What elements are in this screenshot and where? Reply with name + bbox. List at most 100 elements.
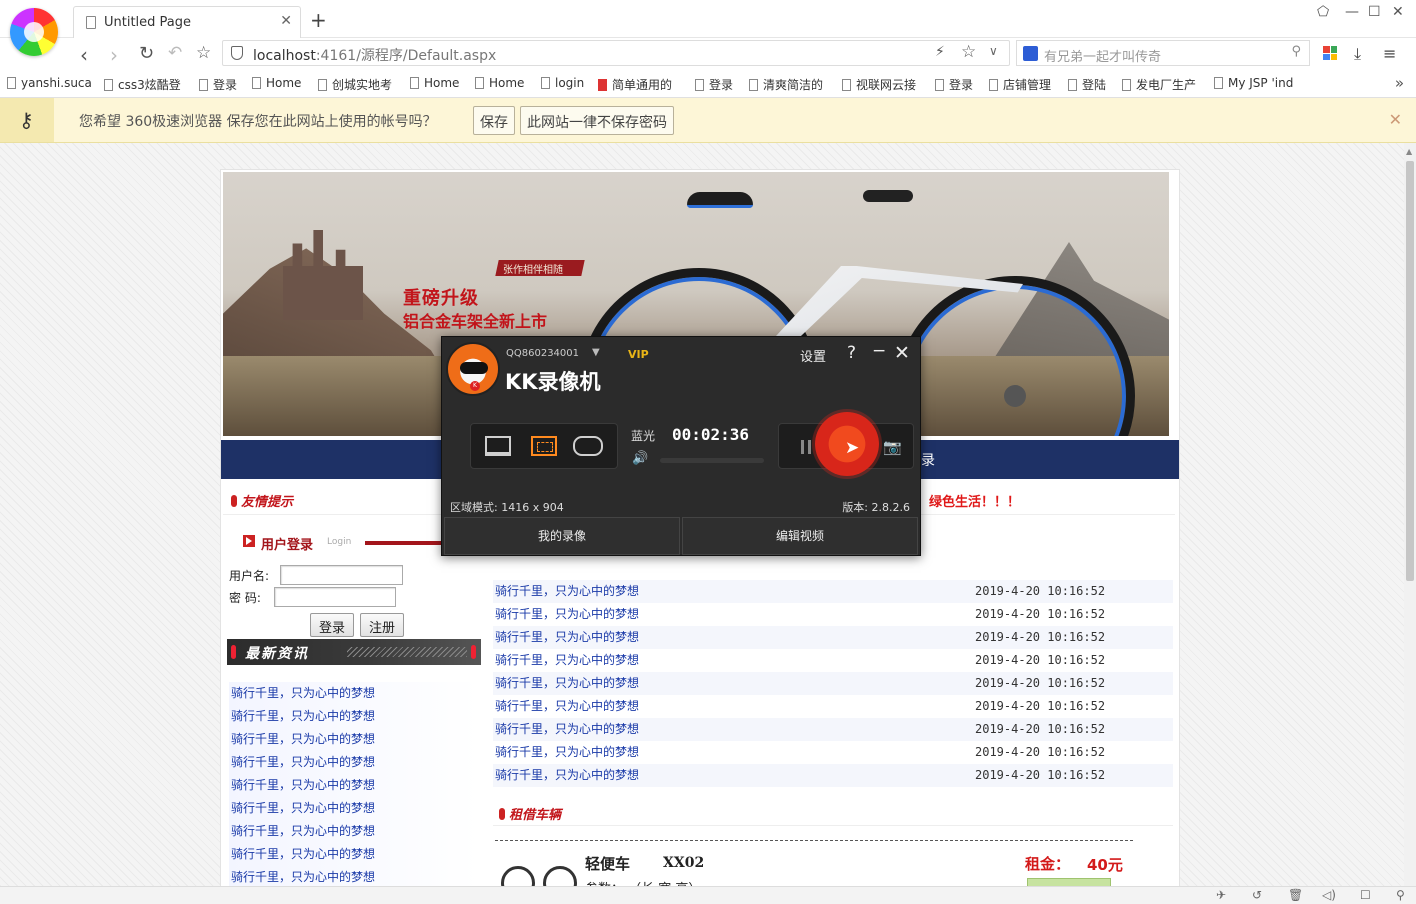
forward-icon[interactable]: › [110,43,118,67]
skin-icon[interactable]: ⬠ [1317,4,1329,20]
login-button[interactable]: 登录 [310,613,355,637]
close-icon[interactable]: ✕ [894,342,910,364]
list-item[interactable]: 骑行千里，只为心中的梦想 [229,866,479,886]
edit-video-button[interactable]: 编辑视频 [682,517,918,555]
news-title[interactable]: 骑行千里，只为心中的梦想 [495,649,639,672]
rent-button[interactable] [1027,878,1111,886]
chevron-down-icon[interactable]: ∨ [989,44,998,58]
chevron-down-icon[interactable]: ▼ [592,347,600,358]
password-input[interactable] [274,587,396,607]
bookmark-item[interactable]: 清爽简洁的 [749,76,823,93]
history-icon[interactable]: ↺ [1252,888,1262,902]
volume-icon[interactable]: 🔊 [632,451,648,466]
my-recordings-button[interactable]: 我的录像 [444,517,680,555]
help-icon[interactable]: ? [847,343,856,363]
undo-close-icon[interactable]: ↶ [168,43,182,63]
speed-mode-icon[interactable]: ⚡ [935,44,945,60]
table-row[interactable]: 骑行千里，只为心中的梦想 2019-4-20 10:16:52 [493,672,1173,695]
bookmark-item[interactable]: yanshi.suca [7,76,92,90]
search-icon[interactable]: ⚲ [1291,44,1301,59]
table-row[interactable]: 骑行千里，只为心中的梦想 2019-4-20 10:16:52 [493,741,1173,764]
sound-icon[interactable]: ◁) [1322,888,1336,902]
search-box[interactable]: 有兄弟一起才叫传奇 ⚲ [1016,40,1310,66]
window-icon[interactable]: ☐ [1360,888,1371,902]
bookmark-item[interactable]: 店铺管理 [989,76,1051,93]
table-row[interactable]: 骑行千里，只为心中的梦想 2019-4-20 10:16:52 [493,580,1173,603]
register-button[interactable]: 注册 [360,613,405,637]
zoom-icon[interactable]: ⚲ [1396,888,1405,902]
news-title[interactable]: 骑行千里，只为心中的梦想 [495,741,639,764]
new-tab-icon[interactable]: + [310,8,327,32]
quality-label[interactable]: 蓝光 [631,427,655,444]
bookmark-item[interactable]: Home [252,76,301,90]
kk-settings-button[interactable]: 设置 [800,346,826,365]
bookmark-item[interactable]: Home [410,76,459,90]
fullscreen-mode-icon[interactable] [485,436,511,456]
kk-account[interactable]: QQ860234001 [506,348,579,359]
game-mode-icon[interactable] [573,436,603,456]
nav-item-login[interactable]: 录 [921,450,935,470]
pause-icon[interactable] [801,440,811,454]
scroll-up-icon[interactable]: ▲ [1406,147,1412,156]
vip-badge[interactable]: VIP [628,348,649,361]
minimize-icon[interactable]: − [872,341,886,361]
list-item[interactable]: 骑行千里，只为心中的梦想 [229,682,479,705]
rocket-icon[interactable]: ✈ [1216,888,1226,902]
browser-tab[interactable]: Untitled Page ✕ [73,6,301,38]
reload-icon[interactable]: ↻ [139,43,154,64]
browser-logo[interactable] [10,8,58,56]
scrollbar-thumb[interactable] [1406,161,1414,581]
list-item[interactable]: 骑行千里，只为心中的梦想 [229,820,479,843]
news-title[interactable]: 骑行千里，只为心中的梦想 [495,626,639,649]
bookmark-item[interactable]: login [541,76,584,90]
close-window-icon[interactable]: ✕ [1392,4,1404,20]
bookmark-item[interactable]: 视联网云接 [842,76,916,93]
volume-slider[interactable] [660,458,764,463]
bookmark-item[interactable]: 登录 [935,76,973,93]
record-button[interactable]: ➤ [815,412,879,476]
list-item[interactable]: 骑行千里，只为心中的梦想 [229,728,479,751]
bookmark-item[interactable]: 简单通用的 [598,76,672,93]
list-item[interactable]: 骑行千里，只为心中的梦想 [229,774,479,797]
bookmark-item[interactable]: 创城实地考 [318,76,392,93]
list-item[interactable]: 骑行千里，只为心中的梦想 [229,705,479,728]
table-row[interactable]: 骑行千里，只为心中的梦想 2019-4-20 10:16:52 [493,718,1173,741]
bookmark-item[interactable]: 登陆 [1068,76,1106,93]
maximize-icon[interactable]: ☐ [1368,4,1381,20]
bookmark-star-icon[interactable]: ☆ [961,42,976,62]
address-bar[interactable]: localhost:4161/源程序/Default.aspx ⚡ ☆ ∨ [222,40,1010,66]
username-input[interactable] [280,565,403,585]
minimize-icon[interactable]: — [1345,4,1359,20]
news-title[interactable]: 骑行千里，只为心中的梦想 [495,672,639,695]
favorite-icon[interactable]: ☆ [196,43,211,63]
list-item[interactable]: 骑行千里，只为心中的梦想 [229,843,479,866]
bookmark-item[interactable]: css3炫酷登 [104,76,181,93]
news-title[interactable]: 骑行千里，只为心中的梦想 [495,695,639,718]
bookmark-item[interactable]: 登录 [199,76,237,93]
news-title[interactable]: 骑行千里，只为心中的梦想 [495,603,639,626]
bookmark-item[interactable]: Home [475,76,524,90]
list-item[interactable]: 骑行千里，只为心中的梦想 [229,797,479,820]
news-title[interactable]: 骑行千里，只为心中的梦想 [495,764,639,787]
table-row[interactable]: 骑行千里，只为心中的梦想 2019-4-20 10:16:52 [493,764,1173,787]
apps-icon[interactable] [1323,46,1337,60]
save-button[interactable]: 保存 [473,106,515,135]
never-save-button[interactable]: 此网站一律不保存密码 [520,106,674,135]
table-row[interactable]: 骑行千里，只为心中的梦想 2019-4-20 10:16:52 [493,695,1173,718]
bike-thumbnail[interactable] [499,856,579,886]
table-row[interactable]: 骑行千里，只为心中的梦想 2019-4-20 10:16:52 [493,603,1173,626]
menu-icon[interactable]: ≡ [1383,44,1396,63]
infobar-close-icon[interactable]: ✕ [1389,110,1402,129]
bookmark-item[interactable]: My JSP 'ind [1214,76,1293,90]
page-scrollbar[interactable]: ▲ [1404,143,1416,886]
news-title[interactable]: 骑行千里，只为心中的梦想 [495,718,639,741]
trash-icon[interactable]: 🗑 [1288,888,1303,902]
back-icon[interactable]: ‹ [80,43,88,67]
news-title[interactable]: 骑行千里，只为心中的梦想 [495,580,639,603]
table-row[interactable]: 骑行千里，只为心中的梦想 2019-4-20 10:16:52 [493,626,1173,649]
table-row[interactable]: 骑行千里，只为心中的梦想 2019-4-20 10:16:52 [493,649,1173,672]
more-bookmarks-icon[interactable]: » [1395,74,1404,92]
tab-close-icon[interactable]: ✕ [280,13,292,29]
camera-icon[interactable]: 📷 [883,438,902,456]
bookmark-item[interactable]: 发电厂生产 [1122,76,1196,93]
